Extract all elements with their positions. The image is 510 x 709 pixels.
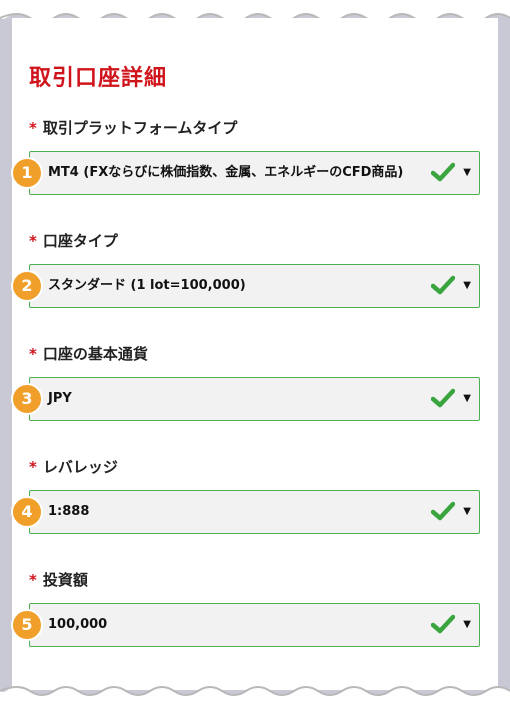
platform-select-value: MT4 (FXならびに株価指数、金属、エネルギーのCFD商品) [48, 165, 404, 180]
field-label-account-type: * 口座タイプ [29, 230, 118, 251]
field-label-text: 取引プラットフォームタイプ [42, 119, 238, 137]
leverage-select-value: 1:888 [48, 504, 90, 519]
step-badge-2: 2 [11, 270, 43, 302]
field-label-base-currency: * 口座の基本通貨 [29, 343, 148, 364]
field-label-text: 口座タイプ [42, 232, 118, 250]
field-label-platform: * 取引プラットフォームタイプ [29, 117, 237, 138]
check-icon [431, 162, 455, 182]
platform-select[interactable]: MT4 (FXならびに株価指数、金属、エネルギーのCFD商品) ▼ [29, 151, 480, 195]
caret-down-icon: ▼ [463, 506, 471, 517]
account-type-select[interactable]: スタンダード (1 lot=100,000) ▼ [29, 264, 480, 308]
step-badge-4: 4 [11, 496, 43, 528]
torn-edge-bottom [0, 686, 510, 709]
check-icon [431, 614, 455, 634]
field-label-text: 投資額 [42, 571, 88, 589]
caret-down-icon: ▼ [463, 167, 471, 178]
field-label-investment: * 投資額 [29, 569, 88, 590]
caret-down-icon: ▼ [463, 280, 471, 291]
check-icon [431, 275, 455, 295]
required-mark: * [29, 458, 37, 476]
check-icon [431, 501, 455, 521]
required-mark: * [29, 232, 37, 250]
field-label-leverage: * レバレッジ [29, 456, 118, 477]
field-label-text: レバレッジ [42, 458, 118, 476]
step-badge-1: 1 [11, 157, 43, 189]
page-title: 取引口座詳細 [29, 66, 168, 91]
required-mark: * [29, 119, 37, 137]
account-type-select-value: スタンダード (1 lot=100,000) [48, 278, 246, 293]
required-mark: * [29, 571, 37, 589]
step-badge-3: 3 [11, 383, 43, 415]
investment-select-value: 100,000 [48, 617, 108, 632]
leverage-select[interactable]: 1:888 ▼ [29, 490, 480, 534]
step-badge-5: 5 [11, 609, 43, 641]
required-mark: * [29, 345, 37, 363]
check-icon [431, 388, 455, 408]
caret-down-icon: ▼ [463, 393, 471, 404]
investment-select[interactable]: 100,000 ▼ [29, 603, 480, 647]
caret-down-icon: ▼ [463, 619, 471, 630]
field-label-text: 口座の基本通貨 [42, 345, 148, 363]
base-currency-select-value: JPY [48, 391, 72, 406]
base-currency-select[interactable]: JPY ▼ [29, 377, 480, 421]
